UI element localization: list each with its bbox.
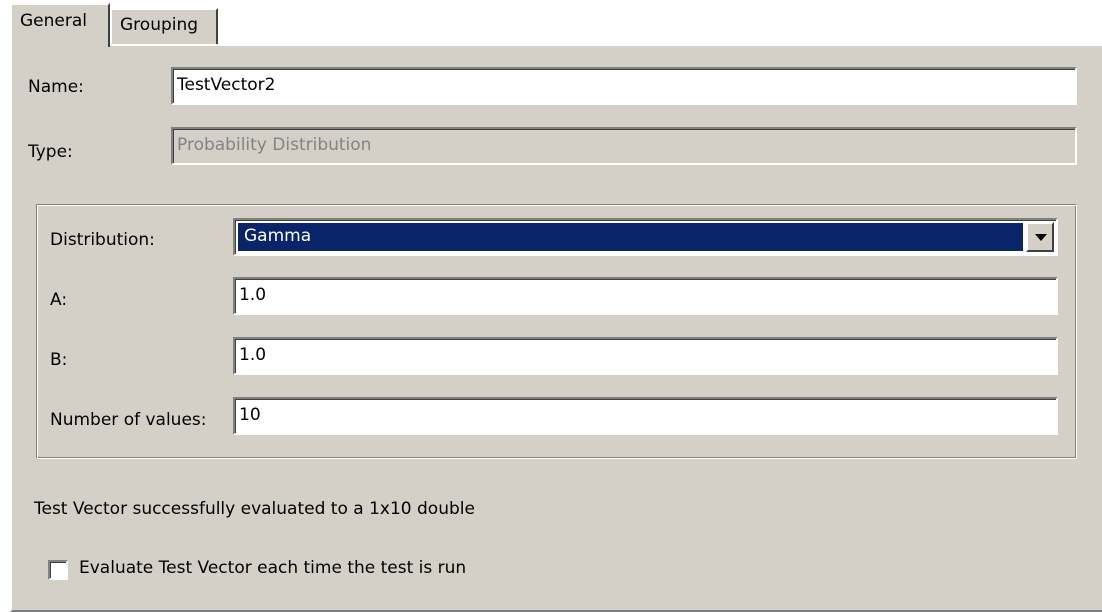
tab-strip: General Grouping <box>0 0 1102 47</box>
chevron-down-icon <box>1035 234 1047 241</box>
evaluate-each-run-checkbox[interactable] <box>48 560 68 580</box>
a-label: A: <box>50 290 68 310</box>
distribution-label: Distribution: <box>50 230 155 250</box>
number-of-values-label: Number of values: <box>50 410 207 430</box>
status-message: Test Vector successfully evaluated to a … <box>34 499 475 519</box>
b-field[interactable]: 1.0 <box>233 337 1058 375</box>
type-field: Probability Distribution <box>171 127 1077 165</box>
distribution-groupbox: Distribution: Gamma A: 1.0 B: 1.0 Number… <box>36 204 1077 459</box>
number-of-values-field[interactable]: 10 <box>233 397 1058 435</box>
a-field[interactable]: 1.0 <box>233 277 1058 315</box>
name-label: Name: <box>28 77 84 97</box>
name-field[interactable]: TestVector2 <box>171 67 1077 105</box>
distribution-selected-value: Gamma <box>238 223 1023 251</box>
tab-grouping[interactable]: Grouping <box>110 8 218 44</box>
general-tab-panel: Name: TestVector2 Type: Probability Dist… <box>10 44 1102 612</box>
tab-general[interactable]: General <box>10 3 110 47</box>
type-label: Type: <box>28 142 73 162</box>
b-label: B: <box>50 350 68 370</box>
distribution-dropdown-button[interactable] <box>1026 222 1054 252</box>
evaluate-each-run-label[interactable]: Evaluate Test Vector each time the test … <box>79 558 466 578</box>
distribution-select[interactable]: Gamma <box>233 218 1058 256</box>
